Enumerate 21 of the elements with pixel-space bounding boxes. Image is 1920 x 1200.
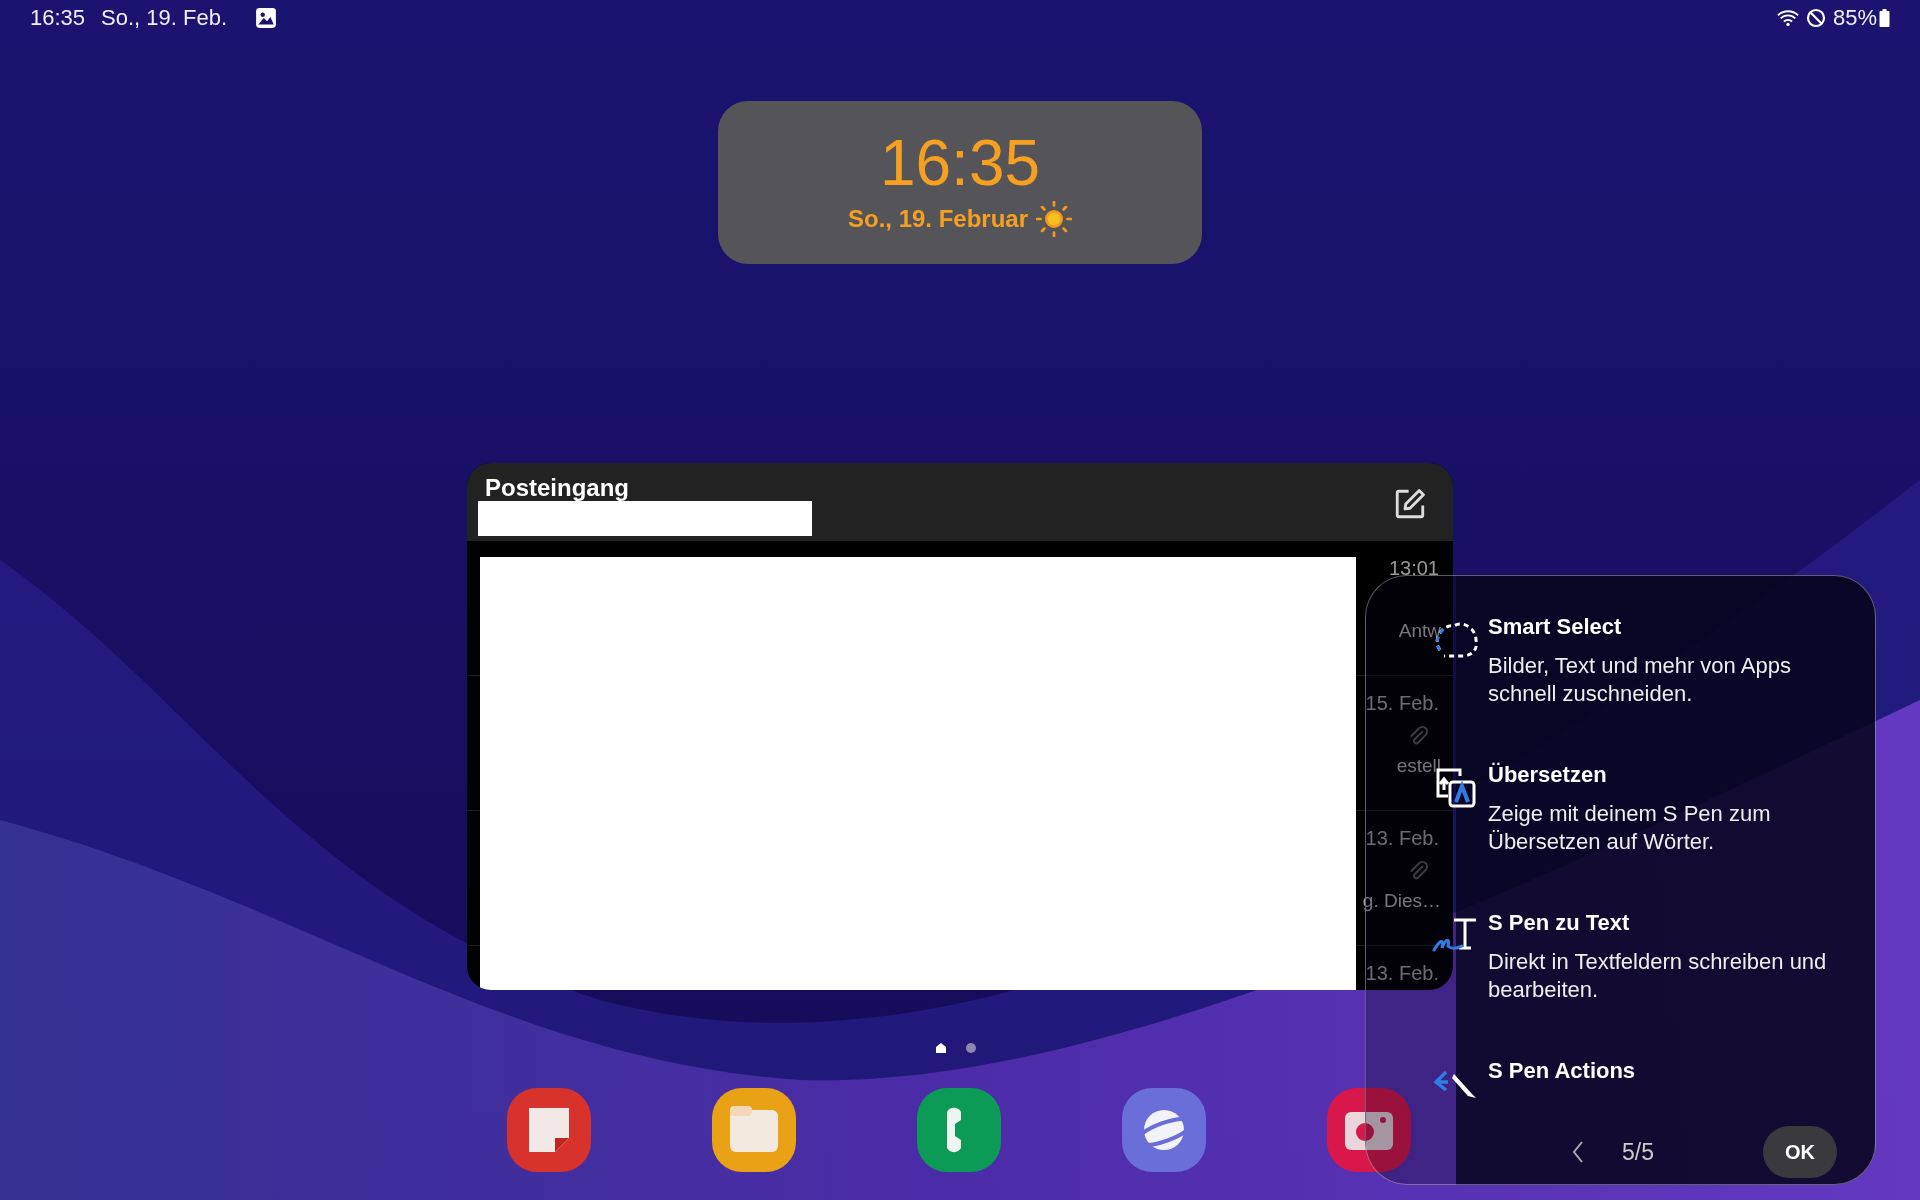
inbox-title: Posteingang: [485, 474, 629, 502]
page-counter: 5/5: [1622, 1138, 1654, 1166]
tip-description: Bilder, Text und mehr von Apps schnell zuschneiden.: [1488, 652, 1792, 708]
clock-time: 16:35: [879, 128, 1041, 199]
tip-title: S Pen zu Text: [1488, 910, 1631, 936]
tip-title: Smart Select: [1488, 614, 1623, 640]
clock-date: So., 19. Februar: [847, 204, 1029, 233]
tip-description: Zeige mit deinem S Pen zum Übersetzen auf Wörter.: [1488, 800, 1772, 856]
mail-date: 13. Feb.: [1365, 962, 1439, 985]
mail-date: 13. Feb.: [1365, 827, 1439, 850]
status-time: 16:35: [30, 5, 86, 31]
mail-snippet: Antw: [1398, 620, 1441, 642]
clock-widget[interactable]: 16:35 So., 19. Februar: [718, 101, 1202, 264]
tip-title: Übersetzen: [1488, 762, 1608, 788]
status-date: So., 19. Feb.: [101, 5, 228, 31]
mail-date: 15. Feb.: [1365, 692, 1439, 715]
battery-percentage: 85%: [1832, 5, 1877, 31]
tip-title: S Pen Actions: [1488, 1058, 1636, 1084]
mail-date: 13:01: [1388, 557, 1439, 580]
tip-description: Direkt in Textfeldern schreiben und bearbeiten.: [1488, 948, 1828, 1004]
mail-snippet: estell: [1396, 755, 1441, 777]
